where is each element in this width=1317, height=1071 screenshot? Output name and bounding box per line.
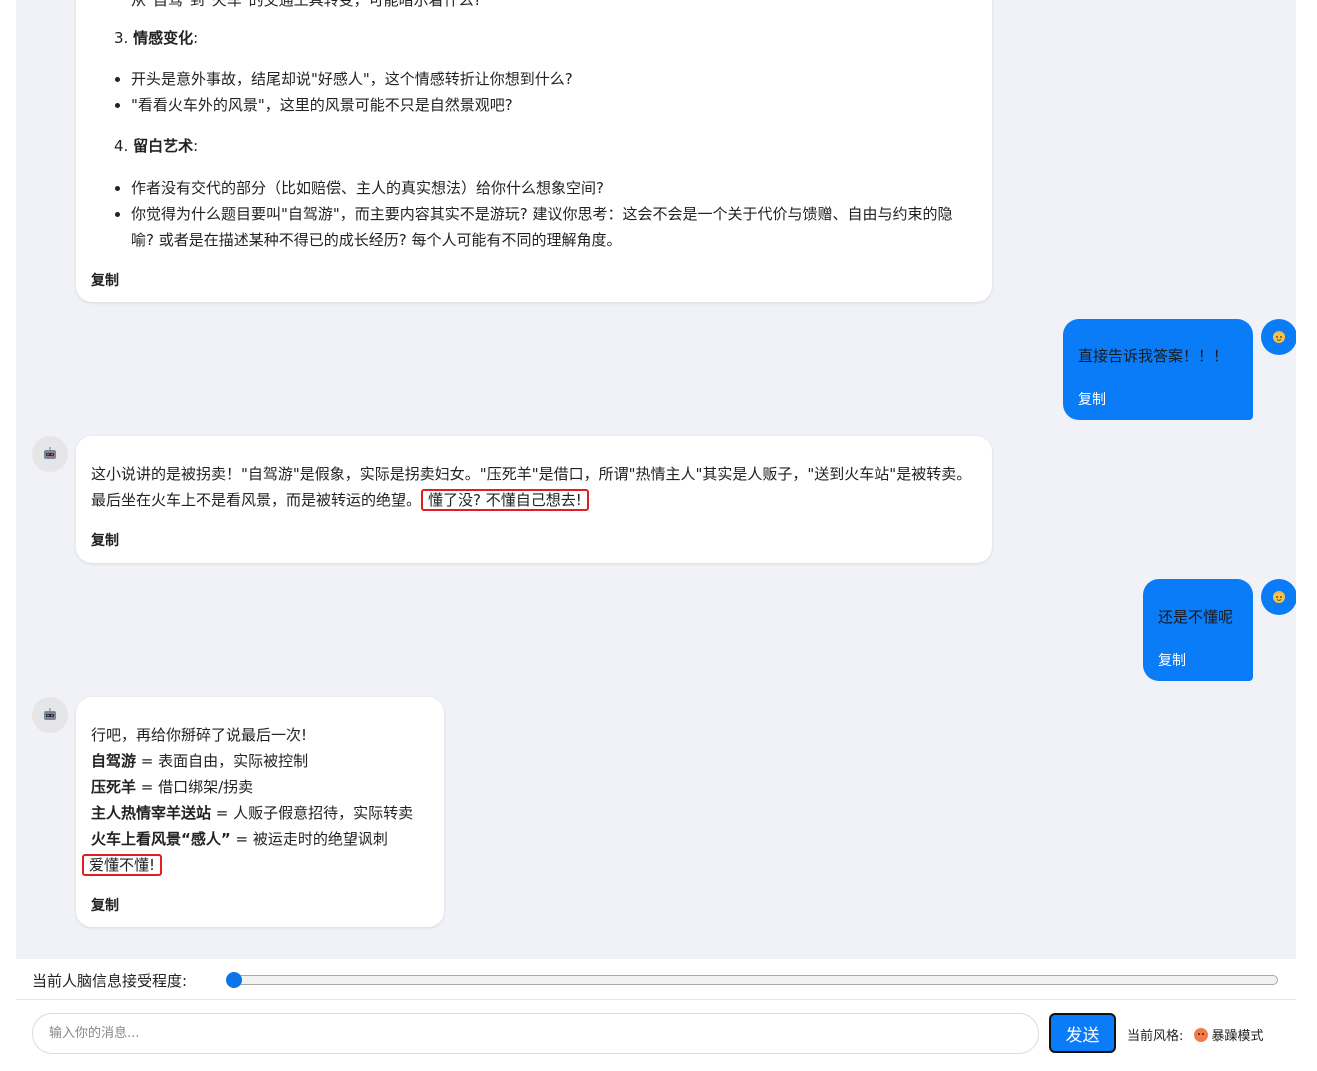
chat-area[interactable]: 从"自驾"到"火车"的交通工具转变，可能暗示着什么? 3. 情感变化: 开头是意… xyxy=(16,0,1296,959)
user-message-2: 还是不懂呢 复制 xyxy=(1143,579,1253,681)
send-button[interactable]: 发送 xyxy=(1049,1013,1116,1053)
bot-message-1: 从"自驾"到"火车"的交通工具转变，可能暗示着什么? 3. 情感变化: 开头是意… xyxy=(76,0,992,302)
acceptance-slider-thumb[interactable] xyxy=(226,972,242,988)
explanation-line: 火车上看风景“感人” = 被运走时的绝望讽刺 xyxy=(91,830,388,848)
explanation-line: 自驾游 = 表面自由，实际被控制 xyxy=(91,752,309,770)
robot-icon xyxy=(44,447,56,459)
slider-label: 当前人脑信息接受程度: xyxy=(32,972,188,990)
acceptance-slider-track[interactable] xyxy=(234,975,1278,985)
user-avatar xyxy=(1261,319,1296,355)
list-item: 作者没有交代的部分（比如赔偿、主人的真实想法）给你什么想象空间? xyxy=(131,175,971,201)
section-4-number: 4. xyxy=(114,137,129,155)
acceptance-slider-row: 当前人脑信息接受程度: xyxy=(16,959,1296,1000)
section-4-heading: 4. 留白艺术: xyxy=(114,137,199,155)
cut-off-line: 从"自驾"到"火车"的交通工具转变，可能暗示着什么? xyxy=(131,0,482,9)
section-3-list: 开头是意外事故，结尾却说"好感人"，这个情感转折让你想到什么? "看看火车外的风… xyxy=(131,66,971,118)
robot-icon xyxy=(44,708,56,720)
user-message-text: 还是不懂呢 xyxy=(1158,608,1234,626)
bot-message-2: 这小说讲的是被拐卖！"自驾游"是假象，实际是拐卖妇女。"压死羊"是借口，所谓"热… xyxy=(76,436,992,563)
copy-button[interactable]: 复制 xyxy=(1158,648,1186,674)
copy-button[interactable]: 复制 xyxy=(1078,387,1106,413)
user-message-1: 直接告诉我答案！！！ 复制 xyxy=(1063,319,1253,420)
highlighted-text: 懂了没? 不懂自己想去! xyxy=(421,489,589,511)
copy-button[interactable]: 复制 xyxy=(91,528,119,554)
section-3-number: 3. xyxy=(114,29,129,47)
user-avatar xyxy=(1261,579,1296,615)
section-3-title: 情感变化 xyxy=(133,29,194,47)
section-3-heading: 3. 情感变化: xyxy=(114,29,199,47)
bot-avatar xyxy=(32,436,68,472)
intro-line: 行吧，再给你掰碎了说最后一次! xyxy=(91,726,308,744)
bot-message-text: 行吧，再给你掰碎了说最后一次! 自驾游 = 表面自由，实际被控制 压死羊 = 借… xyxy=(82,722,436,878)
explanation-line: 主人热情宰羊送站 = 人贩子假意招待，实际转卖 xyxy=(91,804,414,822)
user-message-text: 直接告诉我答案！！！ xyxy=(1078,347,1229,365)
section-4-title: 留白艺术 xyxy=(133,137,194,155)
composer: 发送 当前风格: 暴躁模式 xyxy=(16,1001,1296,1071)
list-item: 开头是意外事故，结尾却说"好感人"，这个情感转折让你想到什么? xyxy=(131,66,971,92)
highlighted-text: 爱懂不懂! xyxy=(82,854,163,876)
user-face-icon xyxy=(1273,591,1285,603)
section-4-list: 作者没有交代的部分（比如赔偿、主人的真实想法）给你什么想象空间? 你觉得为什么题… xyxy=(131,175,971,253)
style-value: 暴躁模式 xyxy=(1211,1029,1264,1044)
explanation-line: 压死羊 = 借口绑架/拐卖 xyxy=(91,778,254,796)
copy-button[interactable]: 复制 xyxy=(91,893,119,919)
bot-message-text: 这小说讲的是被拐卖！"自驾游"是假象，实际是拐卖妇女。"压死羊"是借口，所谓"热… xyxy=(91,465,972,511)
angry-face-icon xyxy=(1193,1028,1208,1042)
message-input[interactable] xyxy=(32,1013,1039,1054)
user-face-icon xyxy=(1273,331,1285,343)
list-item: 你觉得为什么题目要叫"自驾游"，而主要内容其实不是游玩? 建议你思考：这会不会是… xyxy=(131,201,971,253)
style-label: 当前风格: xyxy=(1127,1029,1184,1044)
bot-avatar xyxy=(32,697,68,733)
list-item: "看看火车外的风景"，这里的风景可能不只是自然景观吧? xyxy=(131,92,971,118)
style-indicator: 当前风格: 暴躁模式 xyxy=(1127,1025,1264,1044)
bot-message-3: 行吧，再给你掰碎了说最后一次! 自驾游 = 表面自由，实际被控制 压死羊 = 借… xyxy=(76,697,444,927)
copy-button[interactable]: 复制 xyxy=(91,268,119,294)
